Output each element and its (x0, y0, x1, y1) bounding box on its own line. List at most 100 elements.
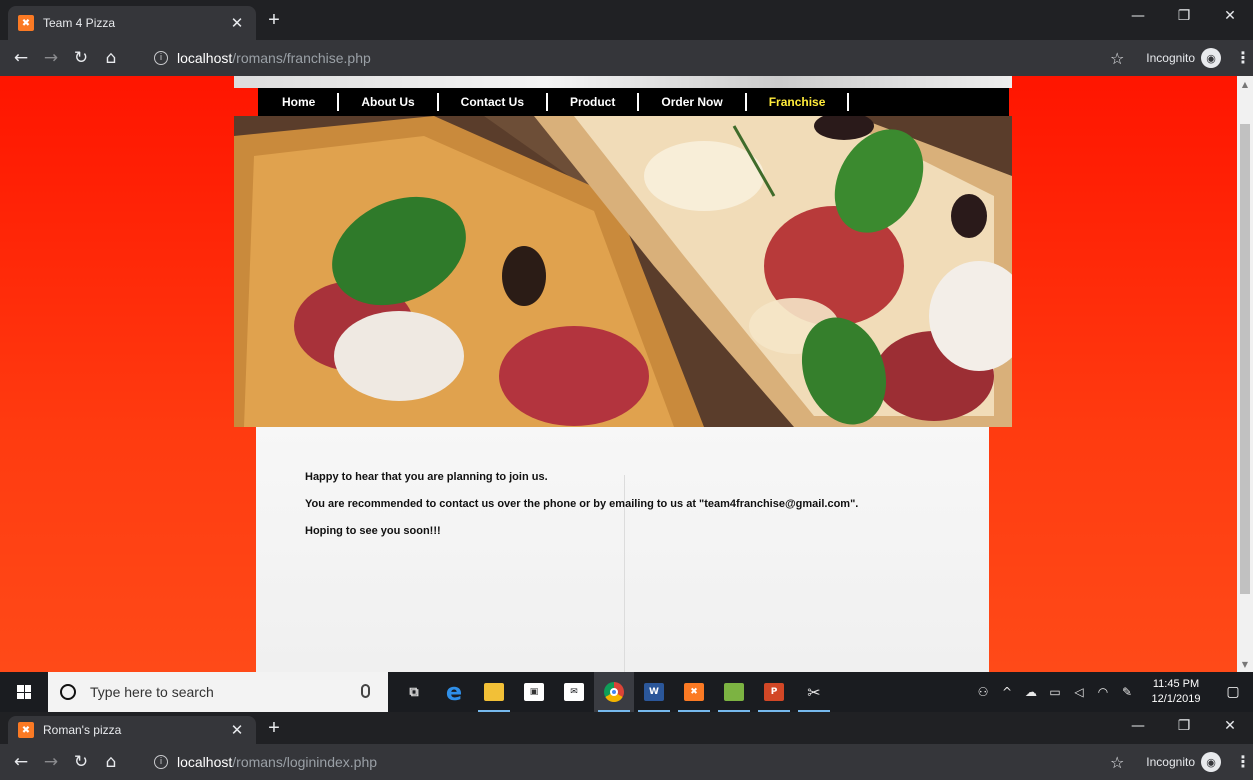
franchise-content: Happy to hear that you are planning to j… (256, 427, 989, 672)
toolbar-right: ☆ Incognito ◉ ⋮ (1110, 40, 1251, 76)
star-icon[interactable]: ☆ (1110, 49, 1124, 68)
info-icon[interactable]: i (154, 755, 168, 769)
edge-icon[interactable]: e (434, 672, 474, 712)
back-arrow-icon[interactable]: ← (8, 752, 34, 772)
close-icon[interactable]: ✕ (228, 721, 246, 739)
url-path-2: /romans/loginindex.php (232, 754, 378, 770)
nav-contact-us[interactable]: Contact Us (439, 93, 549, 111)
home-icon[interactable]: ⌂ (98, 48, 124, 68)
store-icon[interactable]: ▣ (514, 672, 554, 712)
scroll-thumb[interactable] (1240, 124, 1250, 594)
scroll-up-icon[interactable]: ▲ (1237, 76, 1253, 92)
xampp-icon: ✖ (18, 722, 34, 738)
tab-title: Team 4 Pizza (43, 16, 116, 30)
reload-icon[interactable]: ↻ (68, 48, 94, 68)
tab-strip: ✖ Team 4 Pizza ✕ + — ❐ ✕ (0, 0, 1253, 40)
incognito-icon[interactable]: ◉ (1201, 48, 1221, 68)
onedrive-icon[interactable]: ☁ (1019, 685, 1043, 699)
url-host-2: localhost (177, 754, 233, 770)
people-icon[interactable]: ⚇ (971, 685, 995, 699)
close-window-icon[interactable]: ✕ (1207, 712, 1253, 740)
info-icon[interactable]: i (154, 51, 168, 65)
tab-title-2: Roman's pizza (43, 723, 122, 737)
paragraph-closing: Hoping to see you soon!!! (305, 525, 441, 537)
file-explorer-icon[interactable] (474, 672, 514, 712)
nav-home[interactable]: Home (258, 93, 340, 111)
system-tray: ⚇ ^ ☁ ▭ ◁ ◠ ✎ 11:45 PM 12/1/2019 ▢ (971, 672, 1253, 712)
nav-franchise[interactable]: Franchise (747, 93, 850, 111)
scroll-down-icon[interactable]: ▼ (1237, 656, 1253, 672)
forward-arrow-icon[interactable]: → (38, 752, 64, 772)
site-container: Home About Us Contact Us Product Order N… (234, 76, 1012, 672)
snipping-icon[interactable]: ✂ (794, 672, 834, 712)
task-view-icon[interactable]: ⧉ (394, 672, 434, 712)
word-icon[interactable]: W (634, 672, 674, 712)
incognito-label: Incognito (1146, 51, 1195, 65)
cortana-icon (60, 684, 76, 700)
site-navbar: Home About Us Contact Us Product Order N… (258, 88, 1009, 116)
taskbar-search[interactable]: Type here to search (48, 672, 388, 712)
xampp-icon[interactable]: ✖ (674, 672, 714, 712)
back-arrow-icon[interactable]: ← (8, 48, 34, 68)
url-host: localhost (177, 50, 233, 66)
nav-about-us[interactable]: About Us (339, 93, 439, 111)
restore-icon[interactable]: ❐ (1161, 712, 1207, 740)
tab-team4-pizza[interactable]: ✖ Team 4 Pizza ✕ (8, 6, 256, 40)
reload-icon[interactable]: ↻ (68, 752, 94, 772)
browser-toolbar: ← → ↻ ⌂ i localhost/romans/franchise.php… (0, 40, 1253, 76)
url-path: /romans/franchise.php (232, 50, 371, 66)
xampp-icon: ✖ (18, 15, 34, 31)
browser-toolbar-2: ← → ↻ ⌂ i localhost/romans/loginindex.ph… (0, 744, 1253, 780)
taskbar-apps: ⧉ e ▣ ✉ W ✖ P ✂ (394, 672, 834, 712)
search-placeholder: Type here to search (90, 684, 214, 700)
chevron-up-icon[interactable]: ^ (995, 685, 1019, 699)
tab-romans-pizza[interactable]: ✖ Roman's pizza ✕ (8, 716, 256, 744)
mail-icon[interactable]: ✉ (554, 672, 594, 712)
pizza-photo (234, 116, 1012, 427)
paragraph-contact: You are recommended to contact us over t… (305, 498, 859, 510)
volume-muted-icon[interactable]: ◁ (1067, 685, 1091, 699)
nav-product[interactable]: Product (548, 93, 640, 111)
browser-window-login: ✖ Roman's pizza ✕ + — ❐ ✕ ← → ↻ ⌂ i loca… (0, 712, 1253, 780)
window-controls-2: — ❐ ✕ (1115, 712, 1253, 740)
nav-order-now[interactable]: Order Now (639, 93, 747, 111)
clock-time: 11:45 PM (1152, 678, 1200, 690)
close-icon[interactable]: ✕ (228, 14, 246, 32)
kebab-menu-icon[interactable]: ⋮ (1235, 752, 1251, 772)
paragraph-intro: Happy to hear that you are planning to j… (305, 471, 548, 483)
address-bar-2[interactable]: i localhost/romans/loginindex.php (140, 748, 1103, 776)
franchise-text: Happy to hear that you are planning to j… (305, 471, 965, 552)
address-bar[interactable]: i localhost/romans/franchise.php (140, 44, 1103, 72)
home-icon[interactable]: ⌂ (98, 752, 124, 772)
toolbar-right-2: ☆ Incognito ◉ ⋮ (1110, 744, 1251, 780)
window-controls: — ❐ ✕ (1115, 0, 1253, 32)
header-strip (234, 76, 1012, 88)
notepad-icon[interactable] (714, 672, 754, 712)
plus-icon[interactable]: + (262, 717, 286, 740)
windows-start-icon[interactable] (0, 672, 48, 712)
microphone-icon[interactable] (361, 684, 370, 698)
powerpoint-icon[interactable]: P (754, 672, 794, 712)
wifi-icon[interactable]: ◠ (1091, 685, 1115, 699)
chrome-icon[interactable] (594, 672, 634, 712)
star-icon[interactable]: ☆ (1110, 753, 1124, 772)
minimize-icon[interactable]: — (1115, 0, 1161, 32)
clock-date: 12/1/2019 (1151, 693, 1201, 705)
kebab-menu-icon[interactable]: ⋮ (1235, 48, 1251, 68)
close-window-icon[interactable]: ✕ (1207, 0, 1253, 32)
pen-icon[interactable]: ✎ (1115, 685, 1139, 699)
taskbar-clock[interactable]: 11:45 PM 12/1/2019 (1139, 677, 1213, 707)
windows-taskbar: Type here to search ⧉ e ▣ ✉ W ✖ P ✂ ⚇ ^ … (0, 672, 1253, 712)
browser-window-franchise: ✖ Team 4 Pizza ✕ + — ❐ ✕ ← → ↻ ⌂ i local… (0, 0, 1253, 672)
minimize-icon[interactable]: — (1115, 712, 1161, 740)
hero-pizza-image (234, 116, 1012, 427)
notification-icon[interactable]: ▢ (1213, 684, 1253, 700)
tab-strip-2: ✖ Roman's pizza ✕ + — ❐ ✕ (0, 712, 1253, 744)
restore-icon[interactable]: ❐ (1161, 0, 1207, 32)
plus-icon[interactable]: + (262, 9, 286, 32)
vertical-scrollbar[interactable]: ▲ ▼ (1237, 76, 1253, 672)
battery-icon[interactable]: ▭ (1043, 685, 1067, 699)
incognito-icon[interactable]: ◉ (1201, 752, 1221, 772)
incognito-label-2: Incognito (1146, 755, 1195, 769)
forward-arrow-icon[interactable]: → (38, 48, 64, 68)
